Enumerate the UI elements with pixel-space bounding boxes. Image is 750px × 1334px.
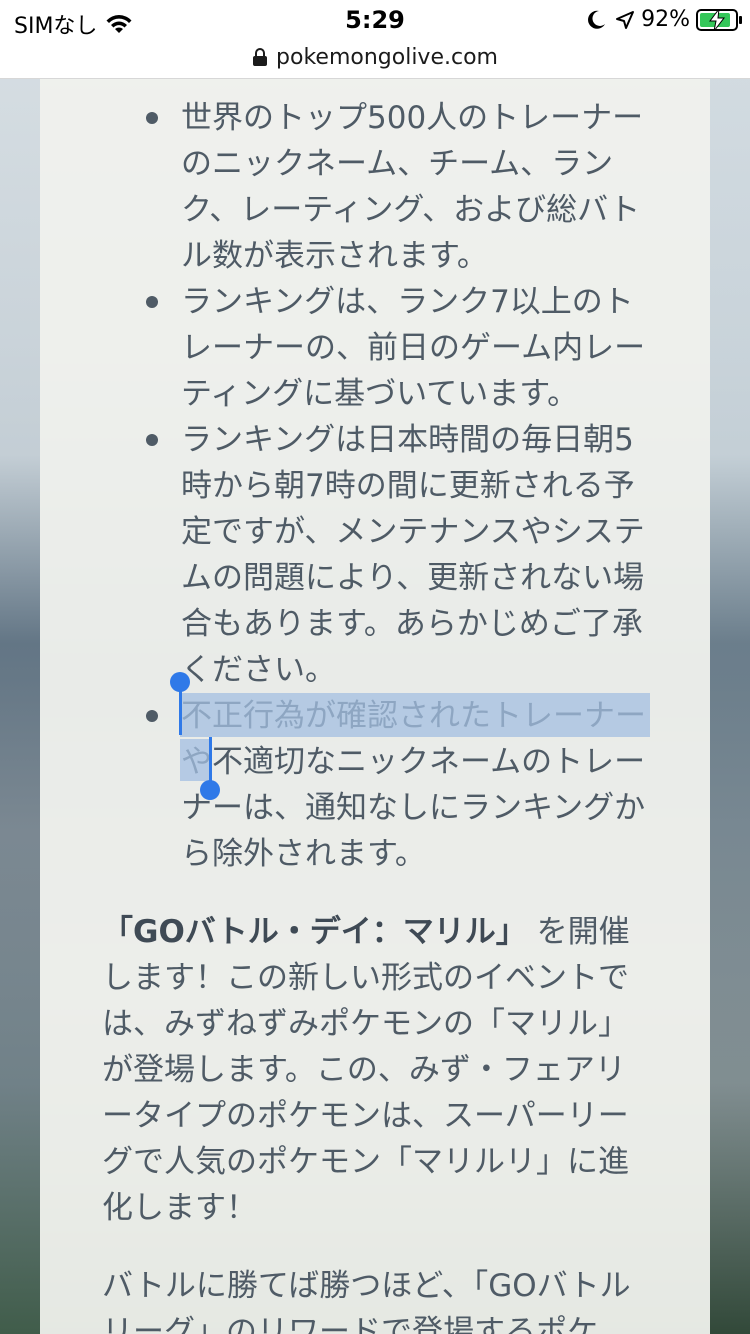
- bullet-dot: [146, 112, 158, 124]
- article-panel[interactable]: 世界のトップ500人のトレーナーのニックネーム、チーム、ランク、レーティング、お…: [40, 79, 710, 1334]
- status-right: 92%: [585, 7, 742, 32]
- text-selection-highlight: [180, 739, 212, 781]
- selection-end-handle[interactable]: [200, 780, 220, 800]
- event-title: 「GOバトル・デイ：マリル」: [102, 914, 527, 950]
- selection-start-caret[interactable]: [179, 691, 182, 735]
- bullet-dot: [146, 710, 158, 722]
- list-item: 世界のトップ500人のトレーナーのニックネーム、チーム、ランク、レーティング、お…: [146, 95, 651, 279]
- list-item-text: ランキングは、ランク7以上のトレーナーの、前日のゲーム内レーティングに基づいてい…: [181, 284, 646, 412]
- bullet-dot: [146, 296, 158, 308]
- list-item: ランキングは日本時間の毎日朝5時から朝7時の間に更新される予定ですが、メンテナン…: [146, 417, 651, 693]
- battery-charging-icon: [696, 8, 742, 31]
- list-item-text: 世界のトップ500人のトレーナーのニックネーム、チーム、ランク、レーティング、お…: [181, 100, 644, 274]
- lock-icon: [253, 48, 268, 66]
- url-domain: pokemongolive.com: [276, 44, 498, 70]
- background-left-edge: [0, 79, 40, 1334]
- bullet-dot: [146, 434, 158, 446]
- selection-end-caret[interactable]: [209, 737, 212, 781]
- event-paragraph: 「GOバトル・デイ：マリル」 を開催します！この新しい形式のイベントでは、みずね…: [102, 909, 650, 1231]
- list-item-text: ランキングは日本時間の毎日朝5時から朝7時の間に更新される予定ですが、メンテナン…: [181, 422, 645, 688]
- text-selection-highlight: [180, 693, 650, 737]
- event-description: を開催します！この新しい形式のイベントでは、みずねずみポケモンの「マリル」が登場…: [102, 914, 630, 1226]
- rewards-paragraph: バトルに勝てば勝つほど、「GOバトルリーグ」のリワードで登場するポケ: [102, 1263, 650, 1334]
- battery-percent: 92%: [641, 7, 690, 32]
- status-bar: SIMなし 5:29 92%: [0, 0, 750, 40]
- list-item: ランキングは、ランク7以上のトレーナーの、前日のゲーム内レーティングに基づいてい…: [146, 279, 651, 417]
- location-icon: [616, 10, 635, 29]
- moon-icon: [588, 10, 606, 29]
- address-bar[interactable]: pokemongolive.com: [0, 36, 750, 79]
- rewards-text: バトルに勝てば勝つほど、「GOバトルリーグ」のリワードで登場するポケ: [102, 1268, 631, 1334]
- background-right-edge: [710, 79, 750, 1334]
- selection-start-handle[interactable]: [170, 672, 190, 692]
